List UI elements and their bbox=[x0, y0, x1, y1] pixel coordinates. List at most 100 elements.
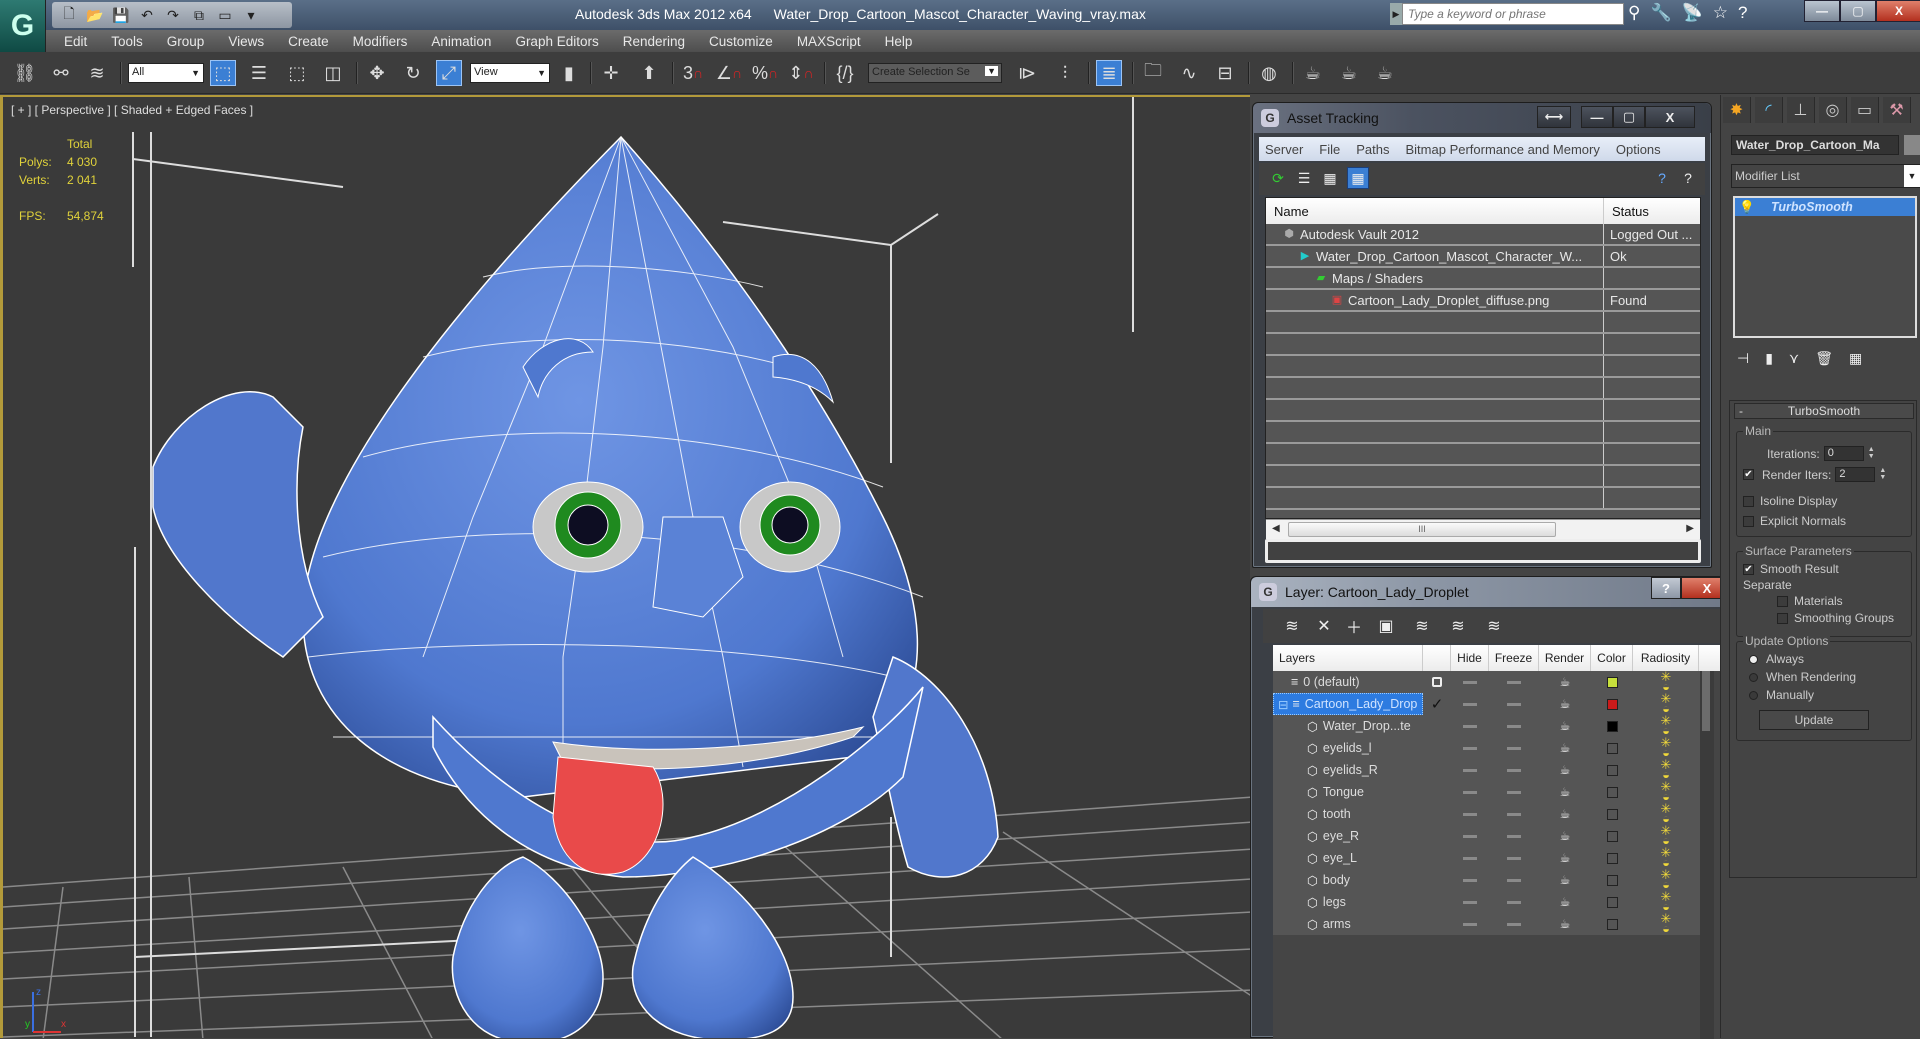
color-swatch[interactable] bbox=[1591, 825, 1633, 847]
color-swatch[interactable] bbox=[1591, 715, 1633, 737]
close-button[interactable]: X bbox=[1645, 106, 1695, 128]
object-row[interactable]: ⬡ body ☕ ✳ ◒ bbox=[1273, 868, 1700, 891]
color-swatch[interactable] bbox=[1591, 913, 1633, 935]
color-swatch[interactable] bbox=[1591, 891, 1633, 913]
asset-row[interactable]: ⬢ Autodesk Vault 2012 Logged Out ... bbox=[1266, 224, 1700, 246]
always-radio[interactable] bbox=[1749, 654, 1758, 664]
render-toggle-teapot-icon[interactable]: ☕ bbox=[1539, 781, 1591, 803]
column-color[interactable]: Color bbox=[1591, 645, 1633, 671]
collapse-icon[interactable]: ⊟ bbox=[1278, 697, 1288, 712]
percent-snap-icon[interactable]: % ∩ bbox=[752, 60, 778, 86]
qat-dropdown-icon[interactable]: ▾ bbox=[242, 7, 260, 24]
color-swatch[interactable] bbox=[1591, 847, 1633, 869]
menu-customize[interactable]: Customize bbox=[709, 34, 787, 49]
menu-server[interactable]: Server bbox=[1265, 142, 1303, 157]
explicit-normals-checkbox[interactable] bbox=[1743, 515, 1754, 527]
spinner-arrows-icon[interactable]: ▲ ▼ bbox=[1878, 467, 1887, 482]
render-toggle-teapot-icon[interactable]: ☕ bbox=[1539, 847, 1591, 869]
layer-row[interactable]: ⊟ ≡ Cartoon_Lady_Drop ✓ ☕ ✳ ◒ bbox=[1273, 692, 1700, 715]
satellite-icon[interactable]: 📡 bbox=[1682, 3, 1703, 23]
scene-explorer-icon[interactable]: 🗀 bbox=[1140, 60, 1166, 86]
radiosity-sun-icon[interactable]: ✳ ◒ bbox=[1633, 868, 1699, 891]
smoothing-groups-checkbox[interactable] bbox=[1777, 612, 1788, 624]
radiosity-sun-icon[interactable]: ✳ ◒ bbox=[1633, 912, 1699, 935]
color-swatch[interactable] bbox=[1591, 693, 1633, 715]
color-swatch[interactable] bbox=[1591, 803, 1633, 825]
hide-freeze-layers-icon[interactable]: ≋ bbox=[1483, 615, 1505, 637]
radiosity-sun-icon[interactable]: ✳ ◒ bbox=[1633, 802, 1699, 825]
freeze-toggle[interactable] bbox=[1489, 869, 1539, 891]
column-freeze[interactable]: Freeze bbox=[1489, 645, 1539, 671]
delete-layer-icon[interactable]: ✕ bbox=[1313, 615, 1335, 637]
binoculars-icon[interactable]: ⚲ bbox=[1628, 3, 1640, 23]
radiosity-sun-icon[interactable]: ✳ ◒ bbox=[1633, 714, 1699, 737]
render-toggle-teapot-icon[interactable]: ☕ bbox=[1539, 759, 1591, 781]
window-crossing-icon[interactable]: ◫ bbox=[320, 60, 346, 86]
pin-stack-icon[interactable]: ⊣ bbox=[1737, 350, 1749, 367]
redo-icon[interactable]: ↷ bbox=[164, 7, 182, 24]
freeze-toggle[interactable] bbox=[1489, 671, 1539, 693]
asset-row[interactable]: ▣ Cartoon_Lady_Droplet_diffuse.png Found bbox=[1266, 290, 1700, 312]
color-swatch[interactable] bbox=[1591, 671, 1633, 693]
close-button[interactable]: X bbox=[1876, 0, 1920, 22]
open-file-icon[interactable]: 📂 bbox=[86, 7, 104, 24]
asset-row[interactable]: ▰ Maps / Shaders bbox=[1266, 268, 1700, 290]
layer-name-cell[interactable]: ≡ 0 (default) bbox=[1273, 671, 1423, 693]
mirror-icon[interactable]: ⧐ bbox=[1014, 60, 1040, 86]
hide-toggle[interactable] bbox=[1451, 759, 1489, 781]
update-when-rendering-option[interactable]: When Rendering bbox=[1749, 670, 1856, 684]
radiosity-sun-icon[interactable]: ✳ ◒ bbox=[1633, 670, 1699, 693]
selection-filter-dropdown[interactable]: All ▼ bbox=[128, 63, 204, 83]
layer-name-cell[interactable]: ⬡ eyelids_l bbox=[1273, 737, 1423, 759]
help-icon[interactable]: ? bbox=[1738, 3, 1747, 23]
align-icon[interactable]: ⫶ bbox=[1052, 60, 1078, 86]
render-toggle-teapot-icon[interactable]: ☕ bbox=[1539, 869, 1591, 891]
modify-tab-icon[interactable]: ◜ bbox=[1755, 97, 1783, 123]
freeze-toggle[interactable] bbox=[1489, 693, 1539, 715]
schematic-view-icon[interactable]: ⊟ bbox=[1212, 60, 1238, 86]
render-iters-checkbox[interactable]: ✔ bbox=[1743, 469, 1754, 480]
rectangular-selection-icon[interactable]: ⬚ bbox=[284, 60, 310, 86]
rollout-header[interactable]: - TurboSmooth bbox=[1734, 403, 1914, 419]
layer-name-cell[interactable]: ⊟ ≡ Cartoon_Lady_Drop bbox=[1273, 693, 1423, 715]
column-hide[interactable]: Hide bbox=[1451, 645, 1489, 671]
menu-group[interactable]: Group bbox=[167, 34, 219, 49]
star-icon[interactable]: ☆ bbox=[1713, 3, 1728, 23]
radiosity-sun-icon[interactable]: ✳ ◒ bbox=[1633, 824, 1699, 847]
new-file-icon[interactable]: 🗋 bbox=[60, 3, 78, 27]
radiosity-sun-icon[interactable]: ✳ ◒ bbox=[1633, 736, 1699, 759]
lightbulb-icon[interactable]: 💡 bbox=[1739, 200, 1755, 215]
hide-toggle[interactable] bbox=[1451, 737, 1489, 759]
render-toggle-teapot-icon[interactable]: ☕ bbox=[1539, 693, 1591, 715]
layer-name-cell[interactable]: ⬡ tooth bbox=[1273, 803, 1423, 825]
reference-coordinate-dropdown[interactable]: View ▼ bbox=[470, 63, 550, 83]
application-menu-button[interactable]: G bbox=[0, 0, 46, 52]
object-row[interactable]: ⬡ tooth ☕ ✳ ◒ bbox=[1273, 802, 1700, 825]
angle-snap-icon[interactable]: ∠ ∩ bbox=[716, 60, 742, 86]
menu-views[interactable]: Views bbox=[228, 34, 278, 49]
menu-graph-editors[interactable]: Graph Editors bbox=[515, 34, 612, 49]
key-icon[interactable]: 🔧 bbox=[1650, 3, 1671, 23]
restore-button[interactable]: ▢ bbox=[1840, 0, 1876, 22]
scroll-left-arrow[interactable]: ◀ bbox=[1272, 523, 1280, 534]
freeze-toggle[interactable] bbox=[1489, 737, 1539, 759]
iterations-spinner[interactable]: 0 bbox=[1823, 446, 1864, 461]
curve-editor-icon[interactable]: ∿ bbox=[1176, 60, 1202, 86]
layer-name-cell[interactable]: ⬡ legs bbox=[1273, 891, 1423, 913]
object-row[interactable]: ⬡ eye_L ☕ ✳ ◒ bbox=[1273, 846, 1700, 869]
menu-maxscript[interactable]: MAXScript bbox=[797, 34, 875, 49]
select-by-name-icon[interactable]: ☰ bbox=[246, 60, 272, 86]
render-toggle-teapot-icon[interactable]: ☕ bbox=[1539, 737, 1591, 759]
layer-manager-icon[interactable]: ≣ bbox=[1096, 60, 1122, 86]
menu-file[interactable]: File bbox=[1319, 142, 1340, 157]
table-view-icon[interactable]: ▦ bbox=[1347, 167, 1369, 189]
scrollbar-thumb[interactable]: III bbox=[1288, 522, 1556, 537]
viewport-label[interactable]: [ + ] [ Perspective ] [ Shaded + Edged F… bbox=[11, 103, 253, 117]
render-toggle-teapot-icon[interactable]: ☕ bbox=[1539, 803, 1591, 825]
minimize-button[interactable]: — bbox=[1581, 106, 1613, 128]
maximize-button[interactable]: ▢ bbox=[1613, 106, 1645, 128]
help-button[interactable]: ? bbox=[1651, 577, 1681, 599]
radiosity-sun-icon[interactable]: ✳ ◒ bbox=[1633, 890, 1699, 913]
update-manually-option[interactable]: Manually bbox=[1749, 688, 1814, 702]
vertical-scrollbar[interactable] bbox=[1700, 671, 1714, 1039]
